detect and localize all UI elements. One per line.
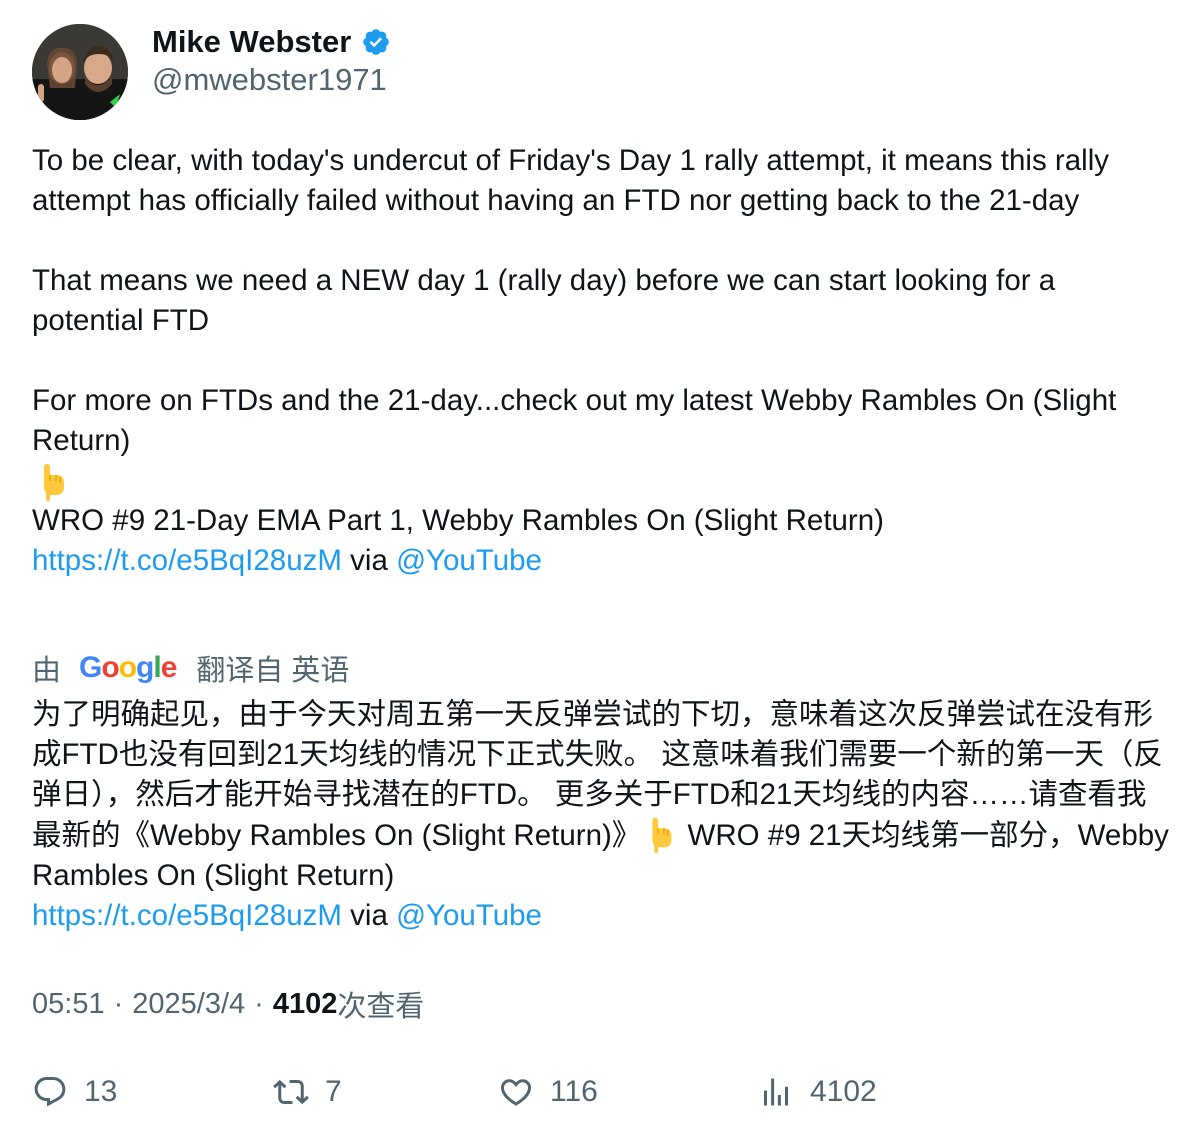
tweet-date[interactable]: 2025/3/4 — [132, 988, 245, 1021]
translated-via-text: via — [350, 899, 388, 932]
translated-link[interactable]: https://t.co/e5BqI28uzM — [32, 899, 342, 932]
tweet-paragraph-3-text: For more on FTDs and the 21-day...check … — [32, 384, 1117, 457]
author-name-row[interactable]: Mike Webster — [152, 22, 391, 62]
like-icon — [500, 1079, 532, 1106]
views-label: 次查看 — [337, 991, 425, 1023]
reply-button[interactable]: 13 — [32, 1068, 117, 1116]
reply-icon — [34, 1077, 66, 1107]
via-text: via — [350, 544, 388, 577]
translation-source: 翻译自 英语 — [196, 655, 350, 687]
like-button[interactable]: 116 — [498, 1068, 598, 1116]
like-count: 116 — [550, 1075, 598, 1108]
tweet-link[interactable]: https://t.co/e5BqI28uzM — [32, 544, 342, 577]
youtube-mention[interactable]: @YouTube — [396, 544, 542, 577]
views-icon — [764, 1078, 788, 1106]
retweet-icon — [273, 1079, 309, 1105]
meta-separator: · — [113, 987, 124, 1020]
author-handle[interactable]: @mwebster1971 — [152, 62, 387, 98]
tweet-paragraph-1: To be clear, with today's undercut of Fr… — [32, 144, 1109, 217]
pointing-down-emoji — [32, 461, 72, 501]
avatar[interactable] — [32, 24, 128, 120]
google-logo: Google — [79, 651, 177, 684]
avatar-photo — [32, 24, 128, 120]
translated-youtube-mention[interactable]: @YouTube — [396, 899, 542, 932]
video-title: WRO #9 21-Day EMA Part 1, Webby Rambles … — [32, 504, 884, 537]
translation-prefix: 由 — [32, 655, 62, 687]
pointing-down-emoji — [641, 815, 679, 853]
translation-bar[interactable]: 由 Google 翻译自 英语 — [32, 648, 349, 688]
retweet-button[interactable]: 7 — [273, 1068, 342, 1116]
tweet-meta: 05:51 · 2025/3/4 · 4102 次查看 — [32, 984, 424, 1024]
views-count: 4102 — [272, 987, 338, 1020]
retweet-count: 7 — [325, 1075, 342, 1108]
views-action-count: 4102 — [810, 1075, 877, 1108]
views-button[interactable]: 4102 — [758, 1068, 877, 1116]
action-bar: 13 7 116 4102 — [0, 1068, 1196, 1116]
tweet-paragraph-3: For more on FTDs and the 21-day...check … — [32, 381, 1172, 581]
translated-body: 为了明确起见，由于今天对周五第一天反弹尝试的下切，意味着这次反弹尝试在没有形成F… — [32, 695, 1172, 936]
tweet-paragraph-2: That means we need a NEW day 1 (rally da… — [32, 264, 1056, 337]
tweet-body: To be clear, with today's undercut of Fr… — [32, 141, 1172, 581]
reply-count: 13 — [84, 1075, 118, 1108]
meta-separator: · — [254, 987, 264, 1020]
tweet-time[interactable]: 05:51 — [32, 988, 105, 1021]
author-name[interactable]: Mike Webster — [152, 24, 351, 60]
verified-badge-icon — [361, 27, 391, 57]
